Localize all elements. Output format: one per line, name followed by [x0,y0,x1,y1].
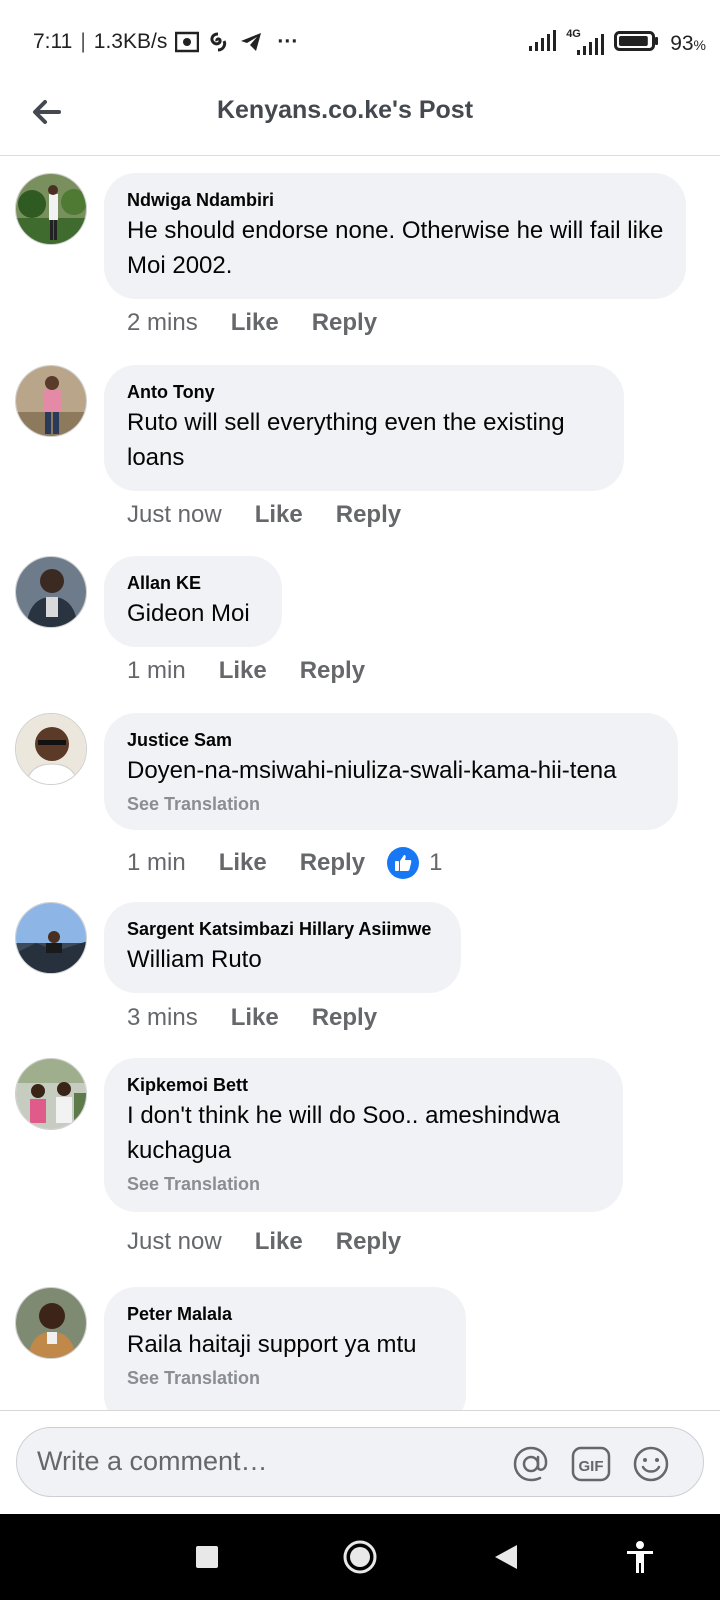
comment-author[interactable]: Ndwiga Ndambiri [127,187,664,213]
reply-button[interactable]: Reply [312,309,377,337]
comment-text: Gideon Moi [127,600,250,627]
page-title: Kenyans.co.ke's Post [216,96,474,124]
system-back-button[interactable] [484,1535,528,1579]
more-notifications-icon: ··· [277,30,299,53]
avatar[interactable] [15,1058,87,1130]
comment-input-placeholder: Write a comment… [37,1446,268,1476]
reply-button[interactable]: Reply [312,1004,377,1032]
comment-bubble[interactable]: Ndwiga Ndambiri He should endorse none. … [104,173,686,299]
like-button[interactable]: Like [255,501,303,529]
comment-time[interactable]: 2 mins [127,309,198,337]
like-button[interactable]: Like [231,1004,279,1032]
gif-icon[interactable]: GIF [571,1444,611,1484]
status-right: 4G 93% [528,28,706,58]
comment-actions: Just now Like Reply [127,1228,401,1256]
status-speed: 1.3KB/s [93,30,168,53]
reaction-summary[interactable]: 1 [387,847,442,879]
signal-4g-icon: 4G [566,28,605,56]
navigation-bar [0,1514,720,1600]
comment-time[interactable]: Just now [127,501,222,529]
comment-bubble[interactable]: Sargent Katsimbazi Hillary Asiimwe Willi… [104,902,461,993]
battery-value: 93 [670,32,694,55]
at-icon[interactable] [511,1444,551,1484]
gif-label: GIF [579,1458,604,1475]
comment-bubble[interactable]: Anto Tony Ruto will sell everything even… [104,365,624,491]
see-translation-link[interactable]: See Translation [127,1172,601,1196]
like-button[interactable]: Like [231,309,279,337]
comment-text: Raila haitaji support ya mtu [127,1331,417,1358]
accessibility-icon [627,1541,653,1573]
comment-text: Ruto will sell everything even the exist… [127,409,565,471]
comment-time[interactable]: Just now [127,1228,222,1256]
comment-actions: 3 mins Like Reply [127,1004,377,1032]
avatar[interactable] [15,173,87,245]
comment-text: He should endorse none. Otherwise he wil… [127,217,664,279]
comment-bubble[interactable]: Kipkemoi Bett I don't think he will do S… [104,1058,623,1212]
comment-text: William Ruto [127,946,262,973]
comment-bubble[interactable]: Justice Sam Doyen-na-msiwahi-niuliza-swa… [104,713,678,830]
status-separator: | [80,30,86,53]
comment-composer: Write a comment… GIF [0,1410,720,1514]
avatar[interactable] [15,902,87,974]
avatar[interactable] [15,713,87,785]
battery-unit: % [693,37,706,53]
comment-time[interactable]: 3 mins [127,1004,198,1032]
comment-actions: Just now Like Reply [127,501,401,529]
comment-author[interactable]: Allan KE [127,570,260,596]
reply-button[interactable]: Reply [336,1228,401,1256]
comment-author[interactable]: Peter Malala [127,1301,444,1327]
comment-author[interactable]: Kipkemoi Bett [127,1072,601,1098]
comment-actions: 1 min Like Reply [127,657,365,685]
comment-author[interactable]: Anto Tony [127,379,602,405]
status-left: 7:11 | 1.3KB/s ··· [33,30,298,54]
reply-button[interactable]: Reply [300,657,365,685]
like-button[interactable]: Like [219,657,267,685]
telegram-icon [239,31,263,53]
reaction-count: 1 [429,849,443,876]
comment-time[interactable]: 1 min [127,849,186,877]
comment-time[interactable]: 1 min [127,657,186,685]
triangle-icon [495,1545,517,1569]
comment-author[interactable]: Sargent Katsimbazi Hillary Asiimwe [127,916,439,942]
avatar[interactable] [15,365,87,437]
comment-bubble[interactable]: Allan KE Gideon Moi [104,556,282,647]
battery-level [619,36,648,46]
comment-input[interactable]: Write a comment… GIF [16,1427,704,1497]
see-translation-link[interactable]: See Translation [127,1366,444,1390]
thumbs-up-icon [387,847,420,879]
avatar[interactable] [15,1287,87,1359]
like-button[interactable]: Like [255,1228,303,1256]
square-icon [196,1546,218,1568]
recents-button[interactable] [185,1535,229,1579]
status-time: 7:11 [33,30,73,53]
signal-icon [528,30,557,58]
comment-text: Doyen-na-msiwahi-niuliza-swali-kama-hii-… [127,757,617,784]
reply-button[interactable]: Reply [300,849,365,877]
comment-list[interactable]: Ndwiga Ndambiri He should endorse none. … [0,157,720,1410]
comment-actions: 1 min Like Reply 1 [127,847,442,879]
like-button[interactable]: Like [219,849,267,877]
comment-text: I don't think he will do Soo.. ameshindw… [127,1102,560,1164]
photo-notification-icon [175,31,200,53]
comment-author[interactable]: Justice Sam [127,727,656,753]
battery-icon [614,30,660,58]
battery-percent: 93% [670,32,706,56]
header: Kenyans.co.ke's Post [0,84,720,156]
comment-bubble[interactable]: Peter Malala Raila haitaji support ya mt… [104,1287,466,1410]
accessibility-button[interactable] [618,1535,662,1579]
avatar[interactable] [15,556,87,628]
smiley-icon[interactable] [631,1444,671,1484]
comment-actions: 2 mins Like Reply [127,309,377,337]
home-button[interactable] [338,1535,382,1579]
spiral-app-icon [207,31,231,53]
status-bar: 7:11 | 1.3KB/s ··· 4G 93% [0,0,720,84]
see-translation-link[interactable]: See Translation [127,792,656,816]
reply-button[interactable]: Reply [336,501,401,529]
circle-icon [343,1540,377,1574]
